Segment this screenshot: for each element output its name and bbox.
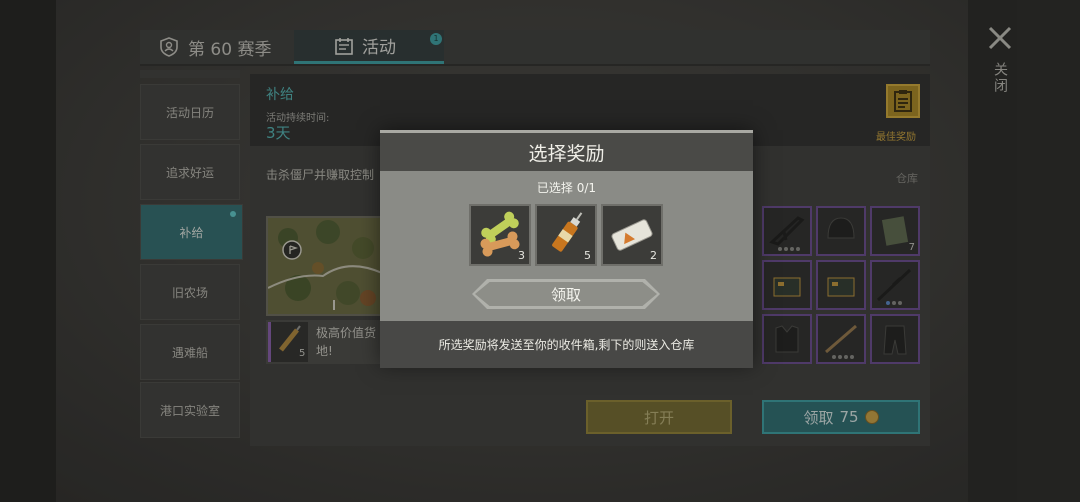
reward-option-syringe[interactable]: 5	[535, 204, 597, 266]
dialog-footer-note: 所选奖励将发送至你的收件箱,剩下的则送入仓库	[380, 321, 753, 368]
reward-count: 3	[518, 249, 525, 262]
reward-option-bandage[interactable]: 2	[601, 204, 663, 266]
selected-count: 已选择 0/1	[536, 181, 597, 195]
reward-count: 2	[650, 249, 657, 262]
reward-count: 5	[584, 249, 591, 262]
receive-button-label: 领取	[550, 285, 581, 304]
receive-button-face: 领取	[475, 282, 657, 306]
receive-button[interactable]: 领取	[472, 279, 660, 309]
dialog-title: 选择奖励	[380, 133, 753, 171]
select-reward-dialog: 选择奖励 已选择 0/1 3 5 2 领取 所选奖励将发送至你的收件箱,剩下的则…	[380, 130, 753, 368]
game-screen: 第 60 赛季 活动 1 关闭 活动日历 追求好运 补给 旧农场 遇难船 港口实…	[0, 0, 1080, 502]
dialog-body: 已选择 0/1 3 5 2 领取	[380, 171, 753, 321]
reward-option-bone[interactable]: 3	[469, 204, 531, 266]
